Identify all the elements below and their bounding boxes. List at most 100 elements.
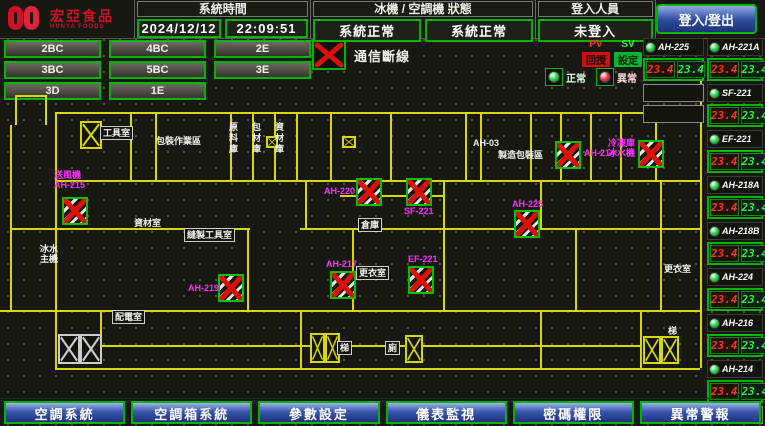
wall (300, 310, 302, 368)
device-name: AH-218A (722, 180, 760, 190)
login-section: 登入人員 未登入 (536, 0, 656, 38)
wall (296, 112, 298, 180)
logo-text: 宏亞食品 HUNYA FOODS (50, 9, 114, 30)
wall (247, 228, 249, 310)
room-label: 製造包裝區 (498, 150, 543, 160)
device-values: 23.423.4 (707, 150, 763, 173)
device-name: AH-214 (722, 364, 753, 374)
empty-slot (643, 105, 704, 123)
main-content: 2BC4BC2E3BC5BC3E3D1E 通信斷線 PV SV 回授 設定 正常… (0, 38, 765, 398)
map-device-comm-loss-icon[interactable] (406, 178, 432, 206)
zone-button-2E[interactable]: 2E (214, 40, 311, 58)
wall (590, 112, 592, 180)
room-label: 倉庫 (358, 218, 382, 232)
zone-button-2BC[interactable]: 2BC (4, 40, 101, 58)
map-device-label: AH-225 (512, 199, 543, 209)
wall (530, 112, 532, 180)
login-label: 登入人員 (538, 1, 653, 17)
device-pv-value: 23.4 (646, 61, 675, 78)
system-time-section: 系統時間 2024/12/12 22:09:51 (135, 0, 311, 38)
normal-led-icon (545, 68, 563, 86)
nav-button-儀表監視[interactable]: 儀表監視 (386, 401, 507, 424)
sv-name-chip: 設定 (614, 52, 642, 67)
zone-button-1E[interactable]: 1E (109, 82, 206, 100)
room-label: 包裝作業區 (156, 136, 201, 146)
map-device-label: AH-219 (188, 283, 219, 293)
zone-button-4BC[interactable]: 4BC (109, 40, 206, 58)
stairwell-icon (310, 333, 340, 363)
normal-legend-item: 正常 (545, 68, 586, 86)
map-device-comm-loss-icon[interactable] (62, 197, 88, 225)
zone-button-5BC[interactable]: 5BC (109, 61, 206, 79)
header: 宏亞食品 HUNYA FOODS 系統時間 2024/12/12 22:09:5… (0, 0, 765, 39)
machine-status-label: 冰機 / 空調機 狀態 (313, 1, 533, 17)
wall (130, 112, 132, 180)
zone-button-3D[interactable]: 3D (4, 82, 101, 100)
login-logout-button[interactable]: 登入/登出 (656, 4, 758, 34)
device-status-led-icon (709, 318, 720, 329)
device-pv-value: 23.4 (710, 107, 739, 124)
stairwell-icon (643, 336, 679, 364)
map-device-comm-loss-icon[interactable] (356, 178, 382, 206)
device-entry-AH-218A[interactable]: AH-218A 23.423.4 (707, 176, 763, 219)
map-device-comm-loss-icon[interactable] (638, 140, 664, 168)
room-label: 資材室 (134, 218, 161, 228)
room-label: 更衣室 (356, 266, 389, 280)
bottom-nav: 空調系統空調箱系統參數設定儀表監視密碼權限異常警報 (0, 398, 765, 426)
device-entry-AH-224[interactable]: AH-224 23.423.4 (707, 268, 763, 311)
device-status-led-icon (709, 226, 720, 237)
device-entry-AH-214[interactable]: AH-21423.423.4 (707, 360, 763, 403)
device-name: AH-224 (722, 272, 753, 282)
wall (55, 310, 57, 368)
device-sv-value: 23.4 (741, 61, 765, 78)
device-entry-AH-221A[interactable]: AH-221A 23.423.4 (707, 38, 763, 81)
device-values: 23.423.4 (707, 196, 763, 219)
map-device-comm-loss-icon[interactable] (555, 141, 581, 169)
room-label: 包材庫 (251, 122, 261, 155)
nav-button-密碼權限[interactable]: 密碼權限 (513, 401, 634, 424)
zone-button-3BC[interactable]: 3BC (4, 61, 101, 79)
device-name: AH-225 (658, 42, 689, 52)
abnormal-legend-item: 異常 (596, 68, 637, 86)
map-device-label: AH-220 (324, 186, 355, 196)
device-name: AH-216 (722, 318, 753, 328)
device-entry-AH-225[interactable]: AH-22523.423.4 (643, 38, 704, 81)
nav-button-異常警報[interactable]: 異常警報 (640, 401, 761, 424)
map-device-label: 冷凍庫 冰水機 (608, 138, 635, 158)
nav-button-參數設定[interactable]: 參數設定 (258, 401, 379, 424)
device-name: AH-221A (722, 42, 760, 52)
device-entry-AH-218B[interactable]: AH-218B23.423.4 (707, 222, 763, 265)
stairwell-icon (342, 136, 356, 148)
abnormal-label: 異常 (617, 70, 637, 85)
comm-loss-legend: 通信斷線 (312, 40, 410, 70)
map-device-comm-loss-icon[interactable] (514, 210, 540, 238)
wall (100, 345, 640, 347)
device-status-led-icon (709, 42, 720, 53)
zone-button-3E[interactable]: 3E (214, 61, 311, 79)
nav-button-空調系統[interactable]: 空調系統 (4, 401, 125, 424)
device-entry-SF-221[interactable]: SF-22123.423.4 (707, 84, 763, 127)
room-label: 工具室 (100, 126, 133, 140)
device-entry-EF-221[interactable]: EF-22123.423.4 (707, 130, 763, 173)
device-values: 23.423.4 (707, 288, 763, 311)
system-time-label: 系統時間 (137, 1, 308, 17)
normal-label: 正常 (566, 70, 586, 85)
wall (330, 112, 332, 180)
empty-slot (643, 84, 704, 102)
map-device-comm-loss-icon[interactable] (408, 266, 434, 294)
stairwell-icon (80, 121, 102, 149)
device-panel-column-b: AH-221A23.423.4SF-22123.423.4EF-22123.42… (707, 38, 763, 426)
device-entry-AH-216[interactable]: AH-216 23.423.4 (707, 314, 763, 357)
map-device-comm-loss-icon[interactable] (330, 271, 356, 299)
pv-label: PV (582, 39, 610, 50)
nav-button-空調箱系統[interactable]: 空調箱系統 (131, 401, 252, 424)
device-values: 23.423.4 (707, 334, 763, 357)
device-pv-value: 23.4 (710, 291, 739, 308)
wall (640, 310, 642, 368)
map-device-comm-loss-icon[interactable] (218, 274, 244, 302)
device-pv-value: 23.4 (710, 199, 739, 216)
room-label: 資材庫 (274, 122, 284, 155)
room-label: 原料庫 (228, 122, 238, 155)
device-values: 23.423.4 (707, 58, 763, 81)
wall (55, 112, 700, 114)
